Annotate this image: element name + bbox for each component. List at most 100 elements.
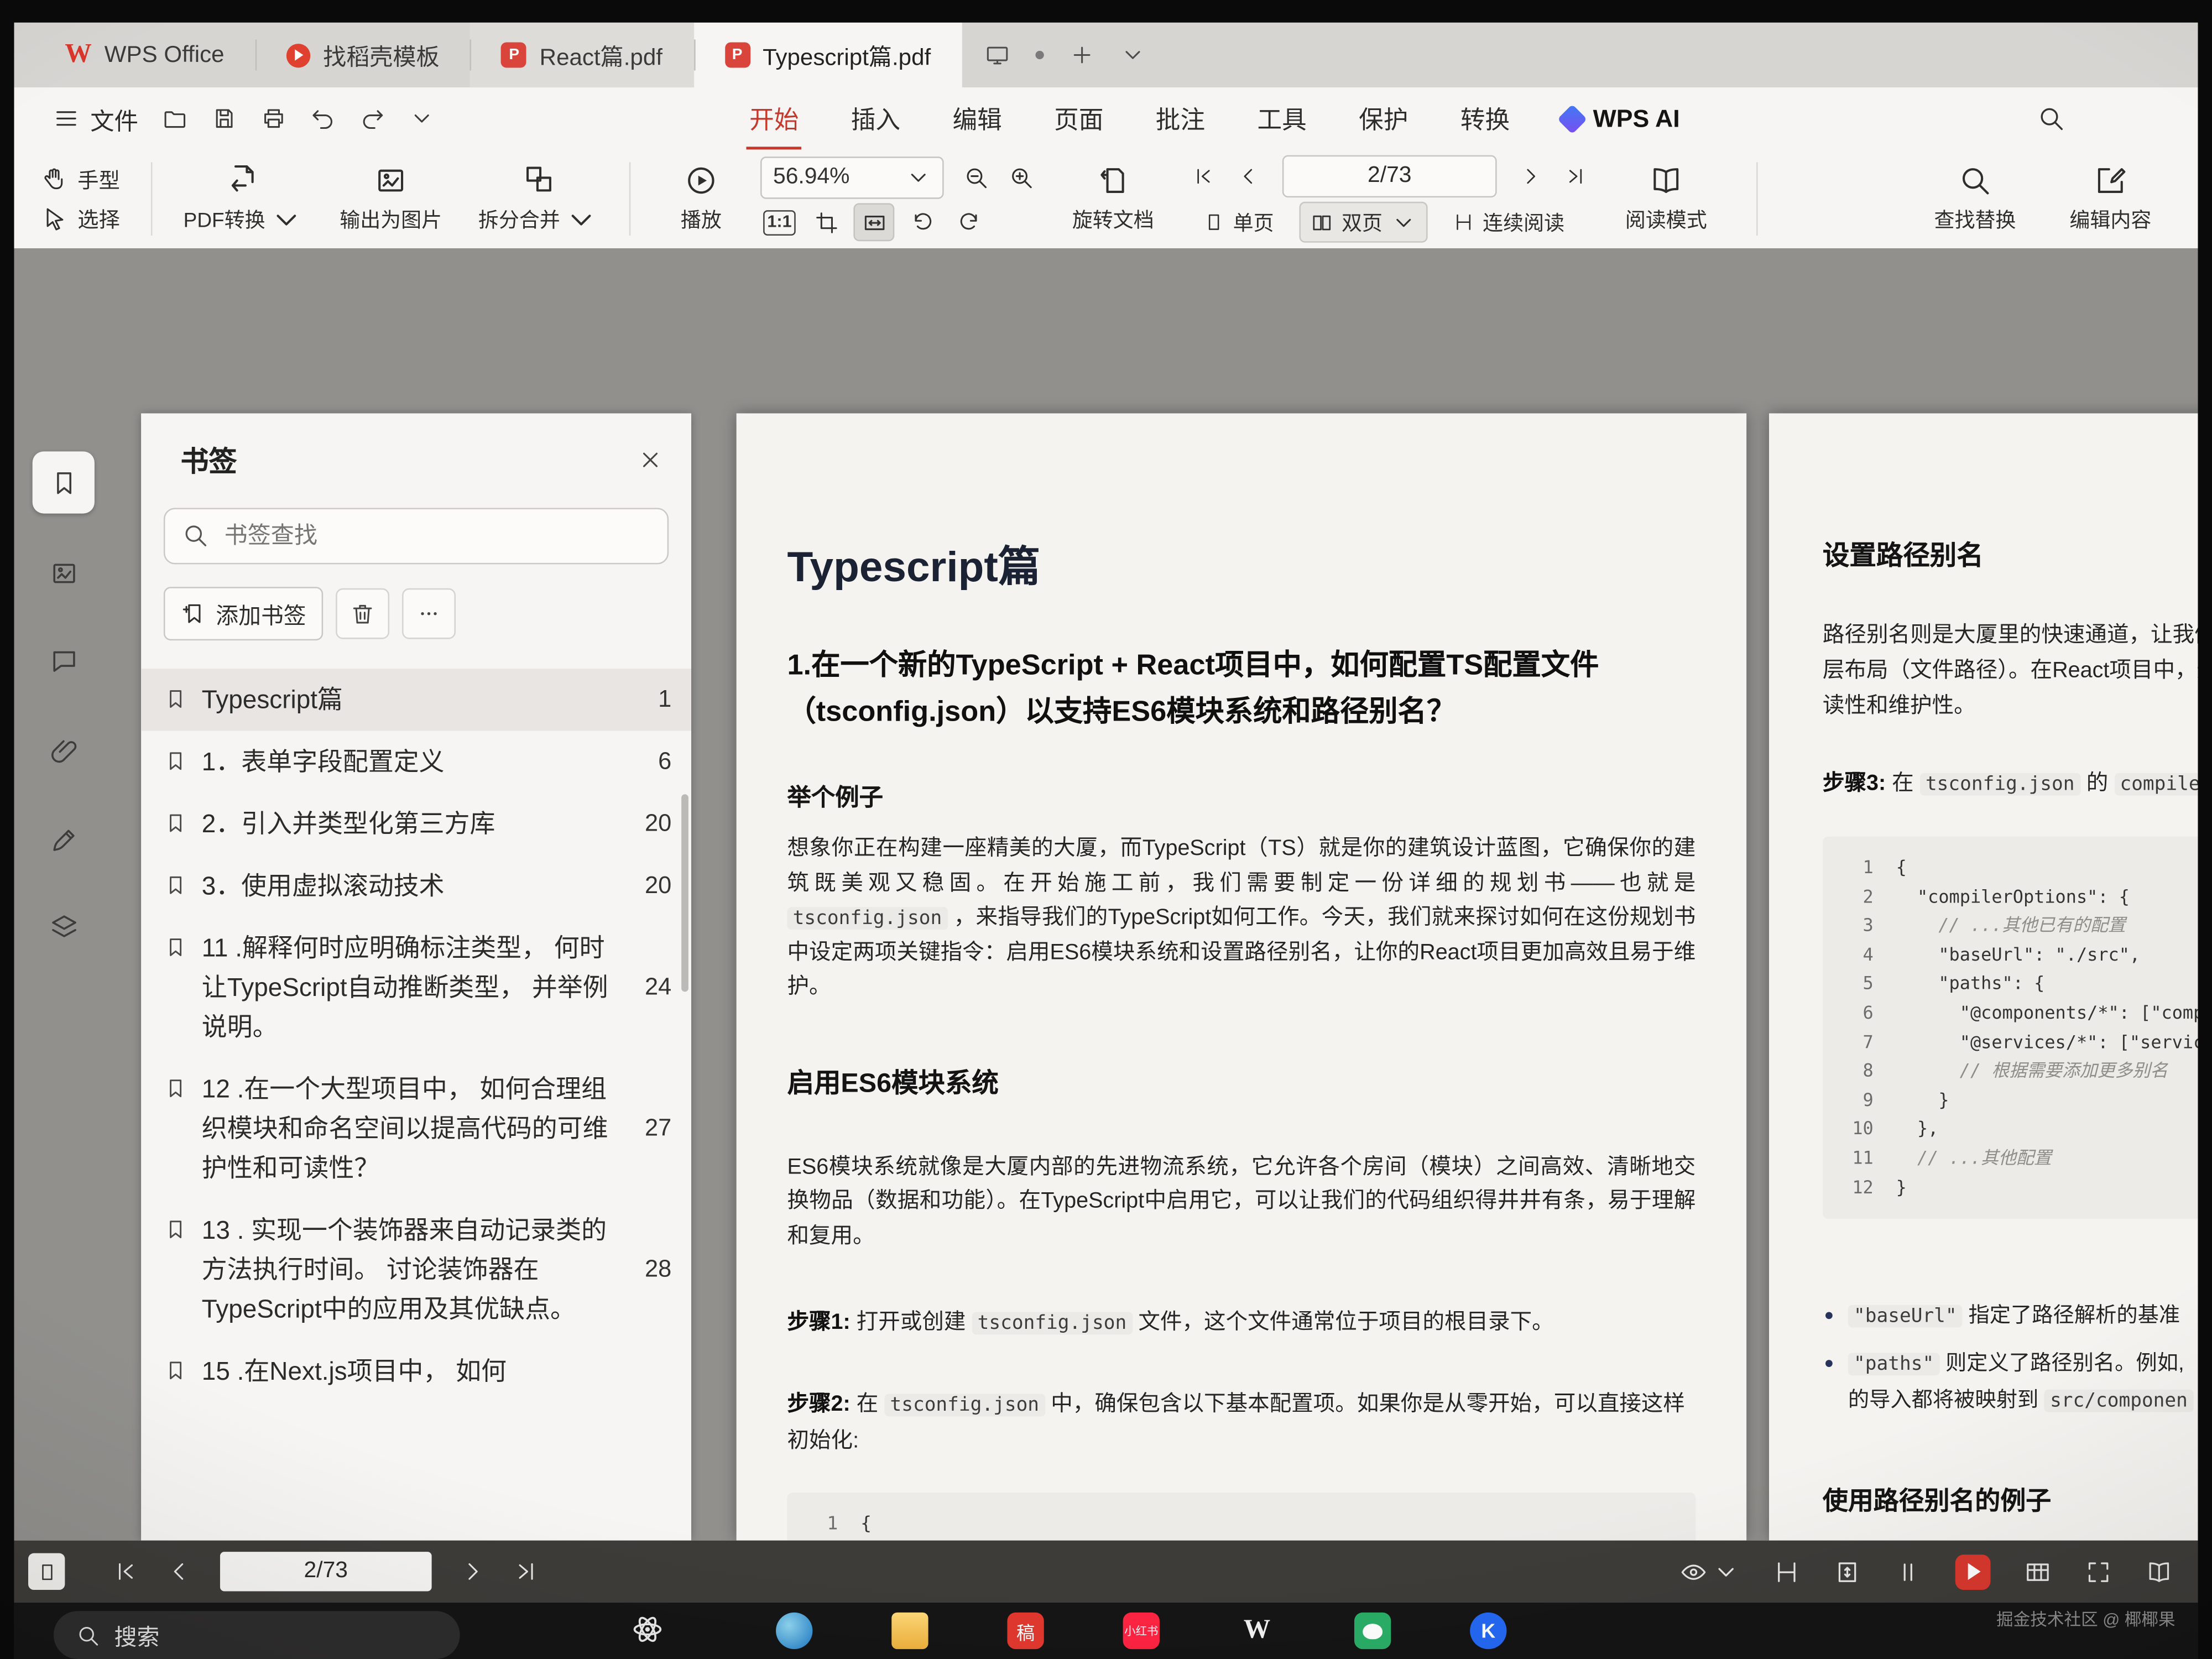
- actual-size-button[interactable]: 1:1: [760, 205, 799, 240]
- tab-react-pdf[interactable]: P React篇.pdf: [471, 23, 693, 87]
- tab-wps-office[interactable]: W WPS Office: [34, 23, 255, 87]
- zoom-in-icon[interactable]: [1009, 165, 1034, 190]
- delete-bookmark-button[interactable]: [336, 588, 389, 639]
- rotate-right-button[interactable]: [950, 205, 988, 240]
- hand-tool-button[interactable]: 手型: [34, 161, 128, 197]
- next-page-icon[interactable]: [460, 1559, 486, 1584]
- select-tool-button[interactable]: 选择: [34, 201, 128, 237]
- search-icon[interactable]: [2037, 105, 2065, 133]
- layers-panel-button[interactable]: [33, 896, 95, 958]
- rotate-left-icon: [909, 210, 935, 235]
- pdf-convert-button[interactable]: PDF转换: [175, 156, 311, 241]
- zoom-level-combobox[interactable]: 56.94%: [760, 156, 944, 199]
- zoom-out-icon[interactable]: [963, 165, 989, 190]
- split-merge-button[interactable]: 拆分合并: [470, 156, 607, 241]
- bookmark-item[interactable]: 13 . 实现一个装饰器来自动记录类的方法执行时间。 讨论装饰器在TypeScr…: [141, 1199, 691, 1340]
- view-options-button[interactable]: [1680, 1558, 1739, 1585]
- new-tab-icon[interactable]: [1069, 43, 1094, 68]
- play-slideshow-button[interactable]: 播放: [653, 156, 749, 241]
- close-icon[interactable]: [638, 446, 663, 472]
- page-indicator-field[interactable]: 2/73: [1282, 155, 1497, 198]
- menu-item-convert[interactable]: 转换: [1460, 101, 1510, 136]
- example-heading: 举个例子: [787, 778, 1695, 813]
- single-page-mode-button[interactable]: 单页: [1192, 202, 1285, 243]
- attachments-panel-button[interactable]: [33, 719, 95, 781]
- page-fit-icon[interactable]: [1834, 1558, 1860, 1585]
- bookmark-item[interactable]: 2．引入并类型化第三方库 20: [141, 793, 691, 855]
- redo-icon[interactable]: [360, 106, 385, 131]
- bookmarks-panel-button[interactable]: [33, 451, 95, 513]
- bookmark-item[interactable]: 11 .解释何时应明确标注类型， 何时让TypeScript自动推断类型， 并举…: [141, 917, 691, 1058]
- menu-item-home[interactable]: 开始: [749, 101, 799, 136]
- status-page-indicator[interactable]: 2/73: [220, 1552, 432, 1591]
- print-icon[interactable]: [261, 106, 286, 131]
- more-options-button[interactable]: [402, 588, 456, 639]
- continuous-reading-icon: [1453, 212, 1474, 233]
- menu-item-annotate[interactable]: 批注: [1156, 101, 1205, 136]
- rotate-document-button[interactable]: 旋转文档: [1045, 156, 1181, 241]
- first-page-icon[interactable]: [1192, 165, 1215, 187]
- first-page-icon[interactable]: [113, 1559, 138, 1584]
- export-as-image-button[interactable]: 输出为图片: [323, 156, 458, 241]
- menu-item-tools[interactable]: 工具: [1257, 101, 1306, 136]
- autoplay-button[interactable]: [1955, 1554, 1991, 1589]
- menu-item-edit[interactable]: 编辑: [952, 101, 1001, 136]
- page-navigation-cluster: 2/73 单页 双页: [1192, 155, 1587, 243]
- add-bookmark-button[interactable]: 添加书签: [164, 587, 323, 640]
- taskbar-search-box[interactable]: 搜索: [54, 1611, 460, 1659]
- fit-page-button[interactable]: [853, 203, 894, 241]
- wps-ai-button[interactable]: WPS AI: [1562, 104, 1679, 134]
- panel-scrollbar[interactable]: [681, 794, 688, 992]
- comments-panel-button[interactable]: [33, 629, 95, 691]
- bookmark-item[interactable]: 15 .在Next.js项目中， 如何: [141, 1340, 691, 1402]
- xiaohongshu-app-icon[interactable]: 小红书: [1123, 1613, 1160, 1649]
- panel-toggle-icon: [36, 1561, 57, 1582]
- bookmark-icon: [164, 873, 187, 897]
- previous-page-icon[interactable]: [1237, 165, 1260, 187]
- file-menu-button[interactable]: 文件: [54, 101, 138, 136]
- rotate-left-button[interactable]: [903, 205, 941, 240]
- sidebar-toggle-button[interactable]: [28, 1553, 65, 1590]
- keep-app-icon[interactable]: K: [1470, 1613, 1506, 1649]
- edge-browser-icon[interactable]: [776, 1613, 812, 1649]
- menu-item-protect[interactable]: 保护: [1359, 101, 1408, 136]
- docer-app-icon[interactable]: 稿: [1007, 1613, 1044, 1649]
- continuous-reading-button[interactable]: 连续阅读: [1442, 202, 1575, 243]
- menu-item-page[interactable]: 页面: [1054, 101, 1103, 136]
- pause-icon[interactable]: [1895, 1558, 1921, 1585]
- file-explorer-icon[interactable]: [891, 1613, 928, 1649]
- save-icon[interactable]: [212, 106, 237, 131]
- undo-icon[interactable]: [310, 106, 336, 131]
- find-replace-button[interactable]: 查找替换: [1907, 156, 2043, 241]
- fit-width-button[interactable]: [807, 205, 845, 240]
- read-mode-button[interactable]: 阅读模式: [1598, 156, 1734, 241]
- annotation-panel-button[interactable]: [33, 808, 95, 870]
- next-page-icon[interactable]: [1519, 165, 1542, 187]
- atom-app-icon[interactable]: [632, 1614, 663, 1645]
- continuous-reading-icon[interactable]: [1773, 1558, 1800, 1585]
- last-page-icon[interactable]: [514, 1559, 539, 1584]
- tab-list-chevron-icon[interactable]: [1120, 43, 1145, 68]
- tab-typescript-pdf[interactable]: P Typescript篇.pdf: [693, 23, 962, 87]
- tab-docer-templates[interactable]: 找稻壳模板: [255, 23, 471, 87]
- bookmark-item[interactable]: 12 .在一个大型项目中， 如何合理组织模块和命名空间以提高代码的可维护性和可读…: [141, 1058, 691, 1199]
- previous-page-icon[interactable]: [166, 1559, 192, 1584]
- bookmark-item[interactable]: Typescript篇 1: [141, 669, 691, 731]
- quickbar-chevron-icon[interactable]: [409, 106, 435, 131]
- thumbnail-grid-icon[interactable]: [2025, 1558, 2051, 1585]
- open-folder-icon[interactable]: [162, 106, 187, 131]
- double-page-mode-button[interactable]: 双页: [1300, 202, 1428, 243]
- fullscreen-icon[interactable]: [2085, 1558, 2111, 1585]
- bookmark-item[interactable]: 1．表单字段配置定义 6: [141, 731, 691, 792]
- read-mode-icon[interactable]: [2146, 1558, 2172, 1585]
- monitor-icon[interactable]: [984, 43, 1010, 68]
- wps-app-icon[interactable]: W: [1239, 1613, 1275, 1649]
- edit-content-button[interactable]: 编辑内容: [2043, 156, 2178, 241]
- wechat-app-icon[interactable]: [1354, 1613, 1391, 1649]
- bookmark-search-input[interactable]: [164, 508, 669, 564]
- menu-item-insert[interactable]: 插入: [851, 101, 900, 136]
- thumbnails-panel-button[interactable]: [33, 542, 95, 604]
- cursor-icon: [43, 206, 68, 231]
- bookmark-item[interactable]: 3．使用虚拟滚动技术 20: [141, 855, 691, 917]
- last-page-icon[interactable]: [1564, 165, 1587, 187]
